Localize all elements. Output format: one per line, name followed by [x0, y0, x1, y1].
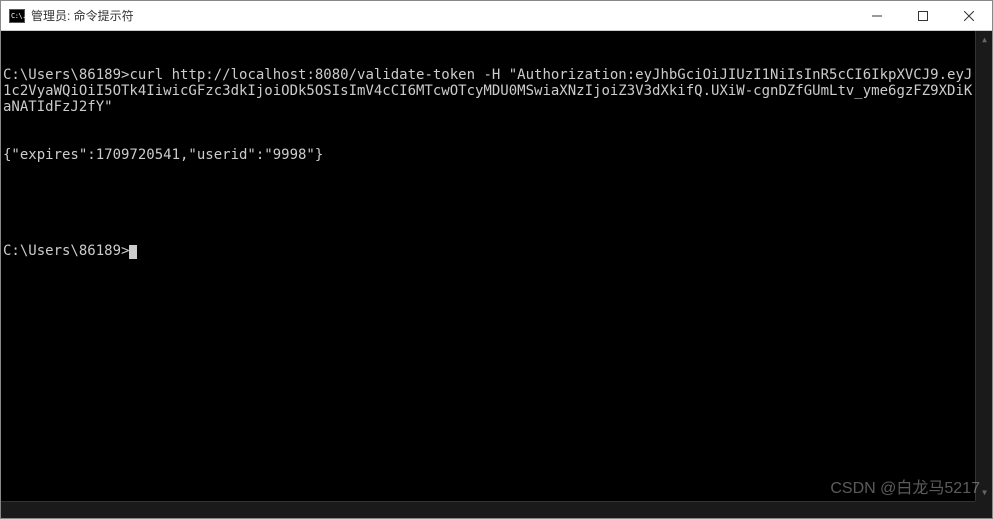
- prompt: C:\Users\86189>: [3, 243, 129, 259]
- window-controls: [854, 1, 992, 30]
- terminal-area[interactable]: C:\Users\86189>curl http://localhost:808…: [1, 31, 992, 518]
- vertical-scrollbar[interactable]: ▲ ▼: [975, 31, 992, 518]
- prompt: C:\Users\86189>: [3, 67, 129, 83]
- scrollbar-corner: [975, 501, 992, 518]
- minimize-button[interactable]: [854, 1, 900, 30]
- window-title: 管理员: 命令提示符: [31, 7, 854, 24]
- close-button[interactable]: [946, 1, 992, 30]
- terminal-line: C:\Users\86189>curl http://localhost:808…: [1, 67, 992, 115]
- terminal-line: C:\Users\86189>: [1, 243, 992, 259]
- scroll-down-icon[interactable]: ▼: [976, 484, 992, 501]
- horizontal-scrollbar[interactable]: ◀ ▶: [1, 501, 975, 518]
- terminal-output: {"expires":1709720541,"userid":"9998"}: [1, 147, 992, 163]
- cmd-window: C:\. 管理员: 命令提示符 C:\Users\86189>curl http…: [0, 0, 993, 519]
- cursor: [129, 245, 137, 259]
- scroll-up-icon[interactable]: ▲: [976, 31, 992, 48]
- command-text: curl http://localhost:8080/validate-toke…: [3, 67, 972, 115]
- maximize-button[interactable]: [900, 1, 946, 30]
- cmd-icon: C:\.: [9, 9, 25, 23]
- terminal-blank: [1, 195, 992, 211]
- titlebar[interactable]: C:\. 管理员: 命令提示符: [1, 1, 992, 31]
